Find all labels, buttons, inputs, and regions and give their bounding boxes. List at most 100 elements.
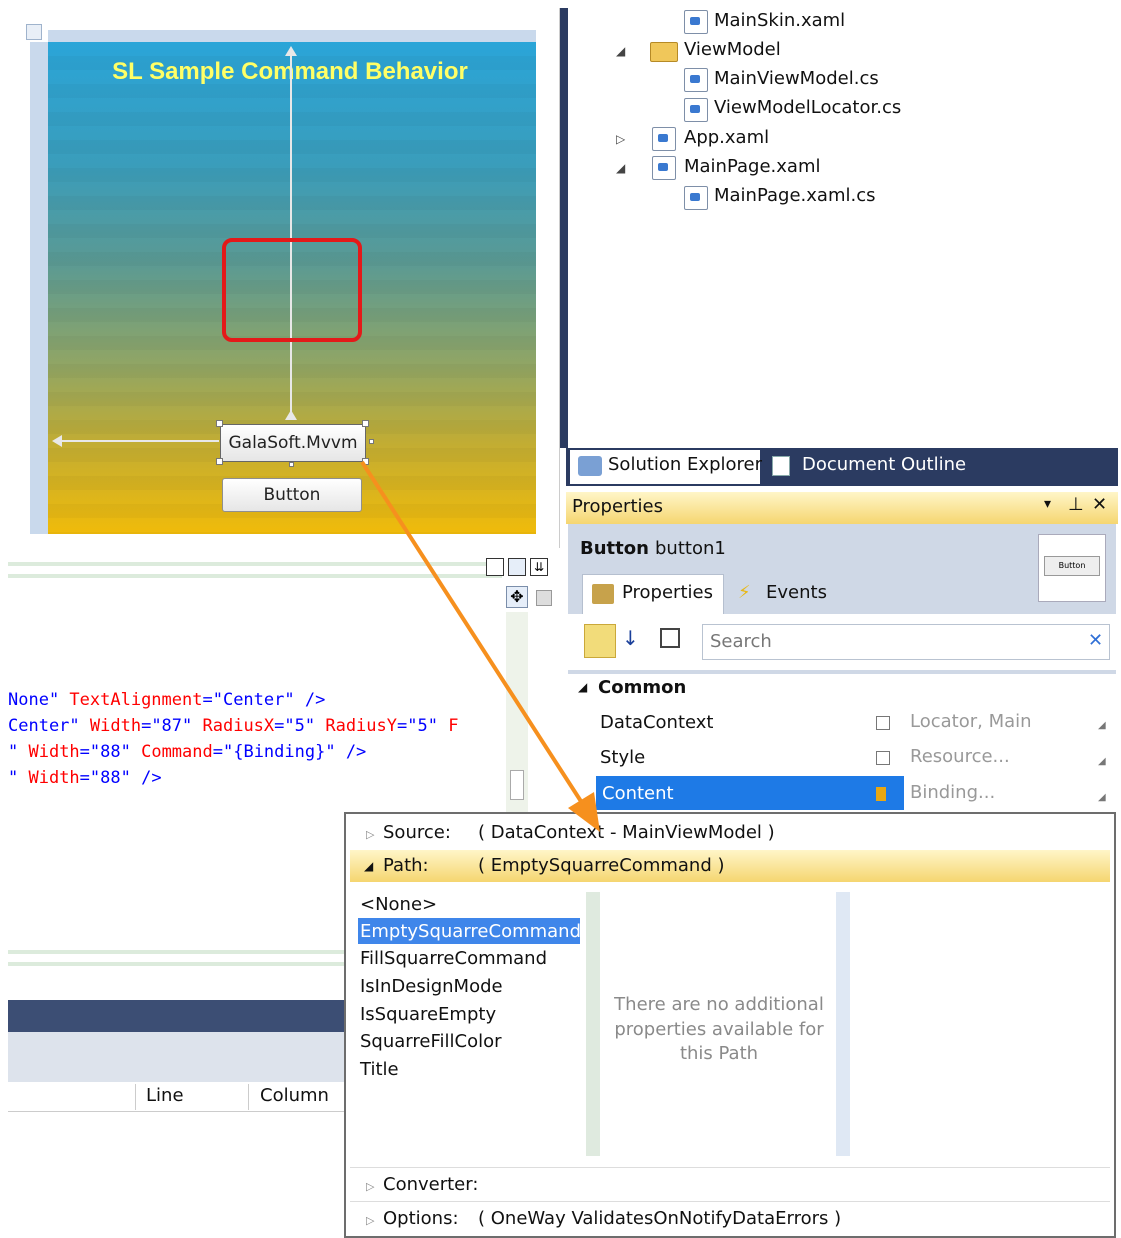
cs-file-icon bbox=[684, 186, 708, 210]
red-square-rectangle[interactable] bbox=[222, 238, 362, 342]
dropdown-arrow-icon[interactable]: ▾ bbox=[1044, 496, 1051, 512]
pin-icon[interactable]: ⊥ bbox=[1068, 494, 1084, 515]
properties-icon bbox=[592, 584, 614, 604]
object-name[interactable]: button1 bbox=[655, 538, 726, 559]
resize-handle[interactable] bbox=[369, 439, 374, 444]
property-datacontext-value[interactable]: Locator, Main bbox=[910, 711, 1032, 732]
column-column-header[interactable]: Column bbox=[260, 1085, 329, 1106]
binding-indicator-icon[interactable] bbox=[876, 787, 886, 801]
advanced-options-icon[interactable] bbox=[876, 716, 890, 730]
margin-guide-vertical bbox=[290, 48, 292, 418]
code-token: RadiusX bbox=[192, 716, 275, 736]
resize-grip-icon: ◢ bbox=[1098, 792, 1106, 803]
tab-events[interactable]: Events bbox=[766, 582, 827, 603]
xaml-file-icon bbox=[684, 10, 708, 34]
search-placeholder: Search bbox=[710, 631, 772, 652]
path-item[interactable]: SquarreFillColor bbox=[360, 1031, 502, 1052]
split-horizontal-icon[interactable] bbox=[508, 558, 526, 576]
code-token: ="87" bbox=[141, 716, 193, 736]
resize-handle[interactable] bbox=[362, 458, 369, 465]
error-list-titlebar bbox=[8, 1000, 344, 1032]
code-token: Width bbox=[79, 716, 142, 736]
path-item[interactable]: FillSquarreCommand bbox=[360, 948, 547, 969]
resize-handle[interactable] bbox=[216, 458, 223, 465]
selected-button[interactable]: GalaSoft.Mvvm bbox=[220, 424, 366, 462]
swap-panes-icon[interactable]: ✥ bbox=[506, 586, 528, 608]
tree-item-mainskin[interactable]: MainSkin.xaml bbox=[714, 10, 845, 31]
resize-handle[interactable] bbox=[216, 420, 223, 427]
tree-item-mainviewmodel[interactable]: MainViewModel.cs bbox=[714, 68, 879, 89]
grid-toggle-icon[interactable] bbox=[26, 24, 42, 40]
resize-handle[interactable] bbox=[362, 420, 369, 427]
resize-grip-icon: ◢ bbox=[1098, 756, 1106, 767]
binding-options-label[interactable]: Options: bbox=[383, 1208, 459, 1229]
tree-item-viewmodel[interactable]: ViewModel bbox=[684, 39, 781, 60]
close-icon[interactable]: ✕ bbox=[1092, 494, 1107, 515]
code-token: ="5" bbox=[397, 716, 438, 736]
tree-item-mainpage[interactable]: MainPage.xaml bbox=[684, 156, 821, 177]
cs-file-icon bbox=[684, 68, 708, 92]
property-content-value[interactable]: Binding... bbox=[910, 782, 995, 803]
column-line-header[interactable]: Line bbox=[146, 1085, 184, 1106]
collapse-triangle-icon[interactable]: ▷ bbox=[616, 132, 625, 146]
binding-converter-label[interactable]: Converter: bbox=[383, 1174, 478, 1195]
property-style-name: Style bbox=[600, 747, 646, 768]
pane-splitter[interactable] bbox=[560, 8, 568, 448]
expand-triangle-icon[interactable]: ◢ bbox=[616, 44, 625, 58]
tree-item-viewmodellocator[interactable]: ViewModelLocator.cs bbox=[714, 97, 901, 118]
code-token: /> bbox=[294, 690, 326, 710]
property-style-value[interactable]: Resource... bbox=[910, 746, 1010, 767]
tab-document-outline[interactable]: Document Outline bbox=[802, 454, 966, 475]
category-common[interactable]: Common bbox=[598, 677, 686, 698]
path-item[interactable]: <None> bbox=[360, 894, 437, 915]
code-line: " Width="88" Command="{Binding}" /> bbox=[8, 742, 366, 762]
advanced-options-icon[interactable] bbox=[876, 751, 890, 765]
subpath-list-scrollbar[interactable] bbox=[836, 892, 850, 1156]
binding-path-row[interactable] bbox=[350, 850, 1110, 882]
binding-path-value: ( EmptySquarreCommand ) bbox=[478, 855, 725, 876]
categorize-icon[interactable] bbox=[584, 624, 616, 658]
collapse-triangle-icon[interactable]: ▷ bbox=[366, 1180, 374, 1193]
property-content-name: Content bbox=[602, 783, 674, 804]
code-token: Width bbox=[18, 768, 80, 788]
binding-source-value[interactable]: ( DataContext - MainViewModel ) bbox=[478, 822, 775, 843]
code-token: /> bbox=[130, 768, 162, 788]
resize-handle[interactable] bbox=[289, 462, 294, 467]
path-item[interactable]: Title bbox=[360, 1059, 399, 1080]
folder-icon bbox=[650, 42, 678, 62]
pane-option-icon[interactable] bbox=[536, 590, 552, 606]
path-item[interactable]: IsSquareEmpty bbox=[360, 1004, 496, 1025]
path-item-selected[interactable]: EmptySquarreCommand bbox=[360, 921, 581, 942]
code-token: ="88" bbox=[79, 742, 131, 762]
splitter-bar bbox=[8, 574, 502, 578]
binding-options-value[interactable]: ( OneWay ValidatesOnNotifyDataErrors ) bbox=[478, 1208, 841, 1229]
collapse-triangle-icon[interactable]: ▷ bbox=[366, 828, 374, 841]
property-filter-icon[interactable] bbox=[660, 628, 680, 648]
splitter-bar[interactable] bbox=[8, 562, 502, 566]
margin-arrow-bottom-icon bbox=[285, 410, 297, 420]
margin-arrow-up-icon bbox=[285, 46, 297, 56]
code-line: None" TextAlignment="Center" /> bbox=[8, 690, 325, 710]
code-token: RadiusY bbox=[315, 716, 397, 736]
xaml-file-icon bbox=[652, 127, 676, 151]
column-divider[interactable] bbox=[135, 1084, 136, 1110]
margin-arrow-left-icon bbox=[52, 435, 62, 447]
expand-triangle-icon[interactable]: ◢ bbox=[616, 161, 625, 175]
collapse-triangle-icon[interactable]: ▷ bbox=[366, 1214, 374, 1227]
tree-item-app[interactable]: App.xaml bbox=[684, 127, 769, 148]
sample-button[interactable]: Button bbox=[222, 478, 362, 512]
scrollbar-thumb[interactable] bbox=[510, 770, 524, 800]
split-vertical-icon[interactable] bbox=[486, 558, 504, 576]
tree-item-mainpage-cs[interactable]: MainPage.xaml.cs bbox=[714, 185, 875, 206]
path-item[interactable]: IsInDesignMode bbox=[360, 976, 503, 997]
path-list-scrollbar[interactable] bbox=[586, 892, 600, 1156]
clear-search-icon[interactable]: ✕ bbox=[1088, 630, 1103, 651]
collapse-category-icon[interactable]: ◢ bbox=[578, 680, 587, 694]
binding-source-label[interactable]: Source: bbox=[383, 822, 451, 843]
collapse-pane-icon[interactable]: ⇊ bbox=[530, 558, 548, 576]
code-token: ="88" bbox=[79, 768, 131, 788]
sort-alphabetical-icon[interactable]: ↓ bbox=[622, 626, 639, 650]
column-divider[interactable] bbox=[248, 1084, 249, 1110]
expand-triangle-icon[interactable]: ◢ bbox=[364, 859, 373, 873]
binding-path-label: Path: bbox=[383, 855, 429, 876]
